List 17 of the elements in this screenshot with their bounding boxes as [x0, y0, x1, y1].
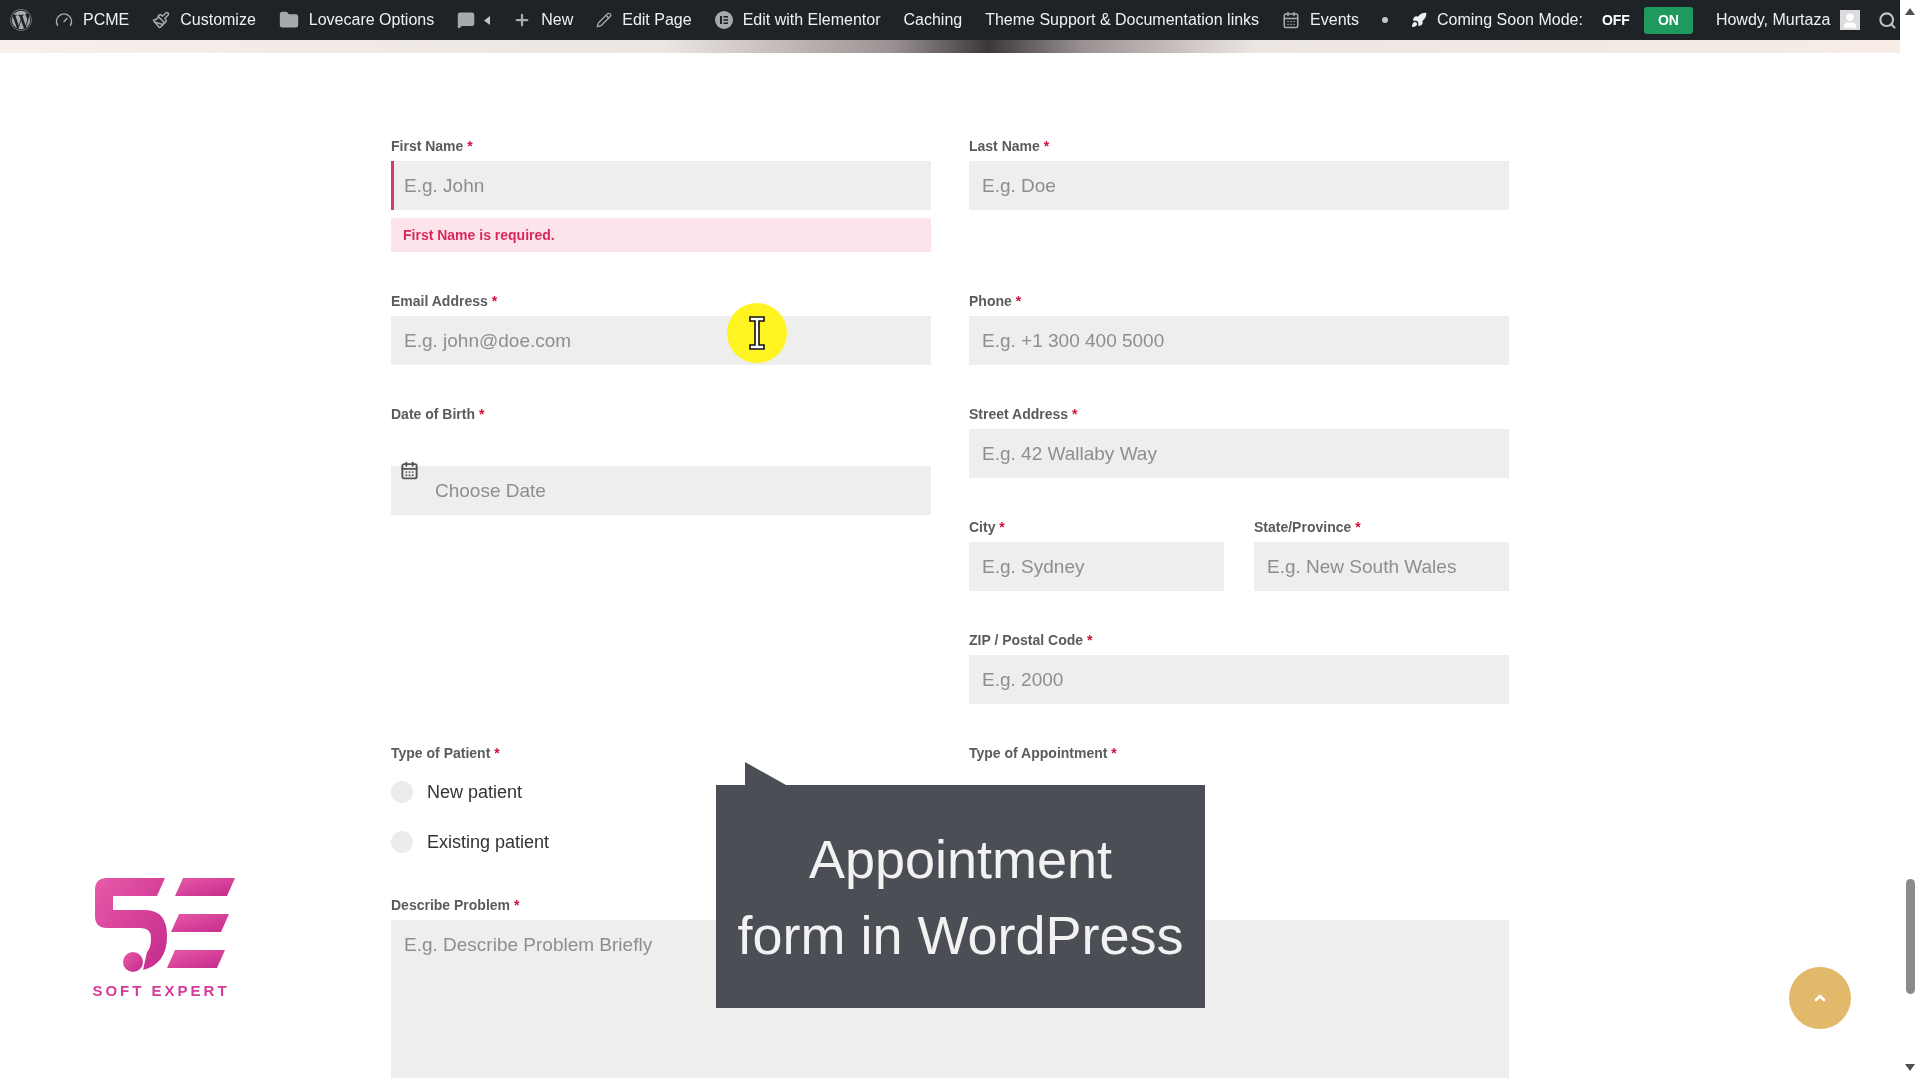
logo-text: SOFT EXPERT — [92, 982, 230, 1000]
field-label: Describe Problem * — [391, 896, 520, 915]
field-label: Street Address * — [969, 405, 1078, 424]
field-label: ZIP / Postal Code * — [969, 631, 1093, 650]
field-label: Email Address * — [391, 292, 498, 311]
field-label: Type of Patient * — [391, 744, 500, 763]
error-message: First Name is required. — [391, 218, 931, 252]
field-label: Last Name * — [969, 137, 1050, 156]
field-label: First Name * — [391, 137, 473, 156]
option-label: New patient — [427, 780, 523, 804]
field-label: State/Province * — [1254, 518, 1361, 537]
caption-text: Appointment form in WordPress — [737, 827, 1184, 967]
option-label: Existing patient — [427, 830, 550, 854]
field-label: Date of Birth * — [391, 405, 485, 424]
field-label: City * — [969, 518, 1005, 537]
field-label: Phone * — [969, 292, 1022, 311]
field-label: Type of Appointment * — [969, 744, 1117, 763]
